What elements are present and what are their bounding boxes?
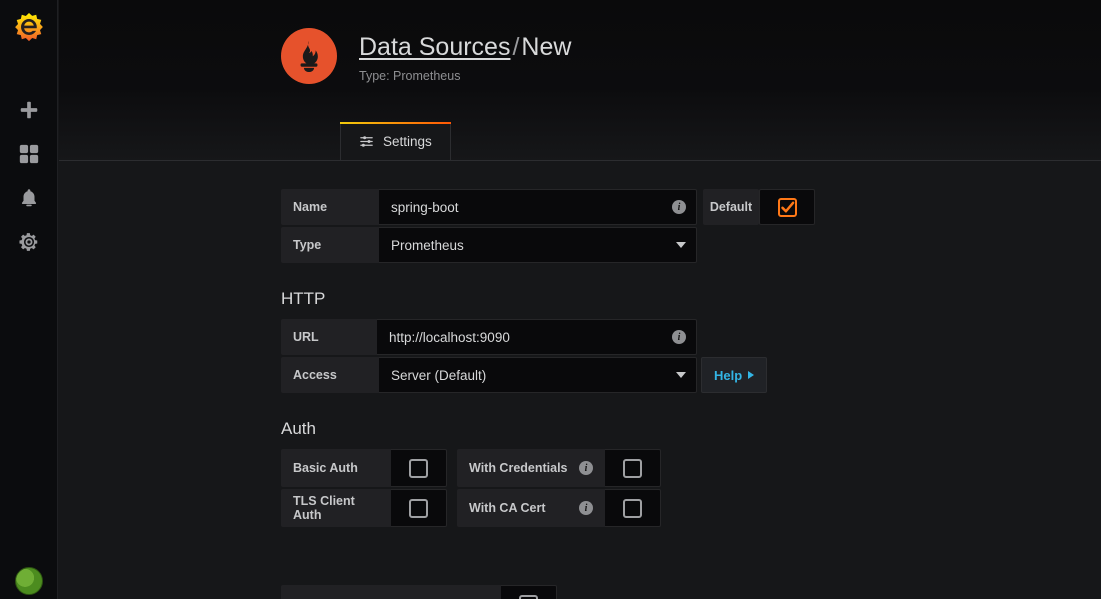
chevron-down-icon [676,372,686,378]
dashboards-icon [19,144,39,164]
with-ca-cert-checkbox[interactable] [605,489,661,527]
check-icon [780,201,794,212]
access-select-value: Server (Default) [391,367,487,383]
type-select-value: Prometheus [391,237,464,253]
tab-settings-label: Settings [383,133,432,149]
name-input-value: spring-boot [391,199,459,215]
with-ca-cert-info-icon[interactable]: i [579,501,593,515]
sidebar-item-alerting[interactable] [0,176,58,220]
default-label: Default [703,189,759,225]
type-label: Type [281,227,379,263]
with-ca-cert-field: With CA Cert i [457,489,661,527]
datasource-settings-form: Name spring-boot i Default Type Promethe… [281,161,1041,527]
name-input[interactable]: spring-boot i [379,189,697,225]
grafana-app: Data Sources/New Type: Prometheus Settin… [0,0,1101,599]
url-info-icon[interactable]: i [672,330,686,344]
basic-auth-checkbox[interactable] [391,449,447,487]
auth-row: TLS Client Auth With CA Cert i [281,489,1041,527]
breadcrumb-data-sources[interactable]: Data Sources [359,33,510,61]
basic-auth-field: Basic Auth [281,449,447,487]
access-row: Access Server (Default) Help [281,357,1041,393]
page-title-block: Data Sources/New Type: Prometheus [359,28,571,84]
page-header-content: Data Sources/New Type: Prometheus [281,28,571,84]
url-input[interactable]: http://localhost:9090 i [377,319,697,355]
avatar-image [15,567,43,595]
tab-bar: Settings [340,122,451,160]
grafana-logo-icon [15,13,43,42]
access-label: Access [281,357,379,393]
page-body: Name spring-boot i Default Type Promethe… [59,161,1101,599]
name-info-icon[interactable]: i [672,200,686,214]
auth-grid: Basic Auth With Credentials i TLS Client… [281,449,1041,527]
breadcrumb-current: New [521,33,572,61]
page-header: Data Sources/New Type: Prometheus Settin… [59,0,1101,161]
prometheus-logo [281,28,337,84]
breadcrumb-separator: / [512,33,520,61]
with-credentials-label-text: With Credentials [469,461,568,475]
with-credentials-info-icon[interactable]: i [579,461,593,475]
tab-settings[interactable]: Settings [340,122,451,160]
grafana-logo[interactable] [0,0,58,56]
plus-icon [20,101,38,119]
clipped-row-checkbox[interactable] [501,585,557,599]
url-input-value: http://localhost:9090 [389,329,510,345]
clipped-row-label [281,585,501,599]
with-ca-cert-label-text: With CA Cert [469,501,546,515]
sidebar-item-configuration[interactable] [0,220,58,264]
gear-icon [19,233,38,251]
default-checkbox-box [777,197,797,217]
basic-auth-checkbox-box [409,458,428,478]
type-row: Type Prometheus [281,227,1041,263]
with-credentials-field: With Credentials i [457,449,661,487]
clipped-row-checkbox-box [519,594,538,599]
help-button[interactable]: Help [701,357,768,393]
tls-client-auth-checkbox-box [409,498,428,518]
page-subtitle: Type: Prometheus [359,69,461,83]
with-credentials-checkbox[interactable] [605,449,661,487]
sidebar-item-create[interactable] [0,88,58,132]
sliders-icon [359,134,374,149]
with-credentials-checkbox-box [623,458,642,478]
basic-auth-label: Basic Auth [281,449,391,487]
with-ca-cert-label: With CA Cert i [457,489,605,527]
name-row: Name spring-boot i Default [281,189,1041,225]
url-label: URL [281,319,377,355]
tls-client-auth-label: TLS Client Auth [281,489,391,527]
url-row: URL http://localhost:9090 i [281,319,1041,355]
with-ca-cert-checkbox-box [623,498,642,518]
access-select[interactable]: Server (Default) [379,357,697,393]
help-button-label: Help [714,367,743,383]
with-credentials-label: With Credentials i [457,449,605,487]
tls-client-auth-field: TLS Client Auth [281,489,447,527]
http-section-title: HTTP [281,289,326,308]
sidebar [0,0,58,599]
chevron-down-icon [676,242,686,248]
name-label: Name [281,189,379,225]
prometheus-logo-icon [300,40,318,72]
default-checkbox[interactable] [759,189,815,225]
page-title: Data Sources/New [359,32,571,62]
type-select[interactable]: Prometheus [379,227,697,263]
auth-row: Basic Auth With Credentials i [281,449,1041,487]
sidebar-item-dashboards[interactable] [0,132,58,176]
auth-section-title: Auth [281,419,316,438]
tls-client-auth-checkbox[interactable] [391,489,447,527]
sidebar-nav [0,88,58,264]
user-avatar[interactable] [0,567,58,599]
bell-icon [21,189,37,207]
caret-right-icon [748,371,755,379]
clipped-form-row [281,585,557,599]
